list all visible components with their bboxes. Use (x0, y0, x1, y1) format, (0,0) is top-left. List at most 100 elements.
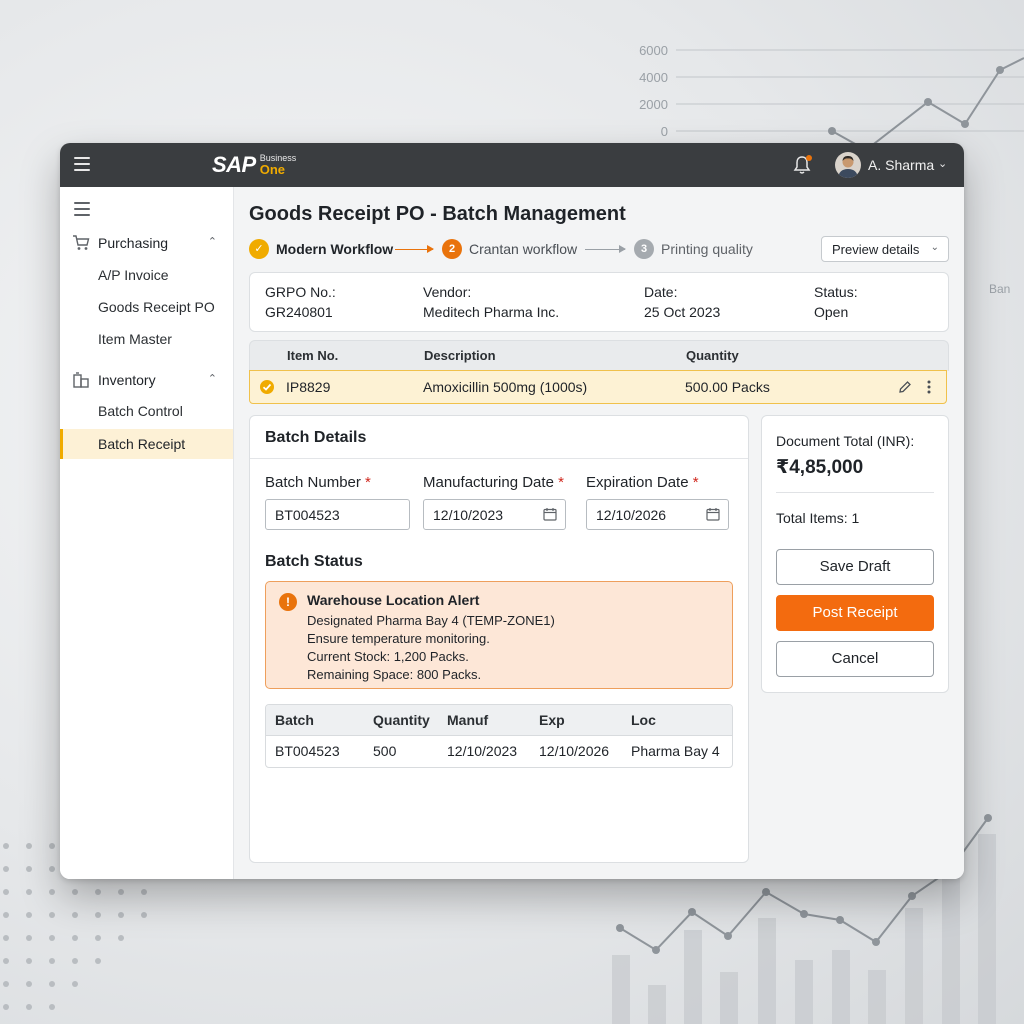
app-window: SAP Business One A. Sharma ⌄ Purchasing … (60, 143, 964, 879)
expiration-date-label: Expiration Date * (586, 474, 699, 491)
alert-line: Current Stock: 1,200 Packs. (307, 649, 469, 664)
batch-table: Batch Quantity Manuf Exp Loc BT004523 50… (265, 704, 733, 768)
alert-line: Designated Pharma Bay 4 (TEMP-ZONE1) (307, 613, 555, 628)
document-summary-card: Document Total (INR): ₹4,85,000 Total It… (761, 415, 949, 693)
avatar[interactable] (835, 152, 861, 178)
logo-sap-text: SAP (212, 152, 256, 177)
divider (776, 492, 934, 493)
preview-details-dropdown[interactable]: Preview details ⌄ (821, 236, 949, 262)
cancel-button[interactable]: Cancel (776, 641, 934, 677)
items-table: Item No. Description Quantity IP8829 Amo… (249, 340, 949, 404)
batch-details-title: Batch Details (265, 429, 367, 446)
alert-title: Warehouse Location Alert (307, 592, 480, 608)
sidebar-group-label: Purchasing (98, 235, 169, 251)
workflow-steps: ✓ Modern Workflow 2 Crantan workflow 3 P… (249, 239, 809, 263)
sidebar-group-purchasing[interactable]: Purchasing ⌃ (60, 230, 233, 256)
alert-line: Remaining Space: 800 Packs. (307, 667, 482, 682)
sidebar-item-label: Batch Control (98, 403, 183, 419)
bg-axis-tick: 2000 (639, 97, 668, 112)
column-header-quantity: Quantity (686, 348, 739, 363)
batch-table-header: Batch Quantity Manuf Exp Loc (266, 705, 732, 736)
notification-dot (806, 155, 812, 161)
document-total-value: ₹4,85,000 (776, 457, 864, 478)
sidebar-item-item-master[interactable]: Item Master (60, 324, 233, 354)
batch-number-label: Batch Number * (265, 474, 371, 491)
chevron-up-icon: ⌃ (207, 236, 217, 248)
column-header-item-no: Item No. (287, 348, 339, 363)
bg-axis-tick: 4000 (639, 70, 668, 85)
edit-pencil-icon[interactable] (898, 380, 912, 394)
sidebar-group-label: Inventory (98, 372, 156, 388)
sidebar-item-batch-control[interactable]: Batch Control (60, 396, 233, 426)
grpo-value: GR240801 (265, 304, 333, 320)
grpo-label: GRPO No.: (265, 284, 336, 300)
item-no-cell: IP8829 (286, 379, 331, 395)
inventory-icon (72, 371, 90, 389)
manufacturing-date-value: 12/10/2023 (433, 507, 504, 523)
step-label-3[interactable]: Printing quality (661, 241, 753, 257)
date-label: Date: (644, 284, 678, 300)
description-cell: Amoxicillin 500mg (1000s) (423, 379, 588, 395)
step-number-3: 3 (634, 239, 654, 259)
chevron-up-icon: ⌃ (207, 373, 217, 385)
batch-number-value: BT004523 (275, 507, 340, 523)
post-receipt-button[interactable]: Post Receipt (776, 595, 934, 631)
sidebar-group-inventory[interactable]: Inventory ⌃ (60, 367, 233, 393)
chevron-down-icon[interactable]: ⌄ (938, 157, 947, 170)
top-bar: SAP Business One A. Sharma ⌄ (60, 143, 964, 187)
sidebar-item-label: Batch Receipt (98, 436, 186, 452)
calendar-icon[interactable] (543, 507, 557, 521)
step-arrow-icon (395, 245, 434, 253)
menu-icon[interactable] (74, 157, 90, 171)
preview-details-label: Preview details (832, 242, 920, 257)
manufacturing-date-input[interactable]: 12/10/2023 (423, 499, 566, 530)
user-name[interactable]: A. Sharma (868, 157, 934, 173)
sidebar: Purchasing ⌃ A/P Invoice Goods Receipt P… (60, 187, 234, 879)
column-header-loc: Loc (631, 712, 656, 728)
bg-corner-text: Ban (989, 282, 1011, 296)
expiration-date-input[interactable]: 12/10/2026 (586, 499, 729, 530)
alert-line: Ensure temperature monitoring. (307, 631, 490, 646)
main-content: Goods Receipt PO - Batch Management ✓ Mo… (234, 187, 964, 879)
column-header-batch: Batch (275, 712, 314, 728)
column-header-description: Description (424, 348, 496, 363)
step-label-2[interactable]: Crantan workflow (469, 241, 577, 257)
items-table-header: Item No. Description Quantity (249, 340, 949, 371)
calendar-icon[interactable] (706, 507, 720, 521)
quantity-cell: 500 (373, 743, 397, 759)
status-label: Status: (814, 284, 858, 300)
divider (250, 458, 748, 459)
bell-icon[interactable] (793, 155, 812, 175)
sidebar-item-ap-invoice[interactable]: A/P Invoice (60, 260, 233, 290)
step-arrow-icon (585, 245, 626, 253)
logo-one-text: One (259, 162, 286, 177)
loc-cell: Pharma Bay 4 (631, 743, 720, 759)
sidebar-item-label: Item Master (98, 331, 172, 347)
bg-axis-tick: 6000 (639, 43, 668, 58)
expiration-date-value: 12/10/2026 (596, 507, 667, 523)
batch-status-title: Batch Status (265, 553, 363, 570)
document-header-card: GRPO No.: GR240801 Vendor: Meditech Phar… (249, 272, 949, 332)
step-label-1[interactable]: Modern Workflow (276, 241, 393, 257)
sidebar-item-goods-receipt-po[interactable]: Goods Receipt PO (60, 292, 233, 322)
batch-number-input[interactable]: BT004523 (265, 499, 410, 530)
check-circle-icon (260, 380, 274, 394)
date-value: 25 Oct 2023 (644, 304, 721, 320)
bg-axis-tick: 0 (660, 124, 668, 139)
total-items: Total Items: 1 (776, 510, 860, 526)
sidebar-item-batch-receipt[interactable]: Batch Receipt (60, 429, 233, 459)
save-draft-button[interactable]: Save Draft (776, 549, 934, 585)
sidebar-menu-icon[interactable] (74, 202, 90, 216)
column-header-quantity: Quantity (373, 712, 430, 728)
cart-icon (72, 234, 90, 252)
chevron-down-icon: ⌄ (930, 242, 939, 253)
step-number-2: 2 (442, 239, 462, 259)
table-row-selected[interactable]: IP8829 Amoxicillin 500mg (1000s) 500.00 … (249, 370, 947, 404)
batch-details-card: Batch Details Batch Number * BT004523 Ma… (249, 415, 749, 863)
sidebar-item-label: A/P Invoice (98, 267, 169, 283)
manuf-cell: 12/10/2023 (447, 743, 518, 759)
manufacturing-date-label: Manufacturing Date * (423, 474, 564, 491)
quantity-cell: 500.00 Packs (685, 379, 770, 395)
sidebar-item-label: Goods Receipt PO (98, 299, 215, 315)
more-options-icon[interactable] (926, 379, 932, 395)
